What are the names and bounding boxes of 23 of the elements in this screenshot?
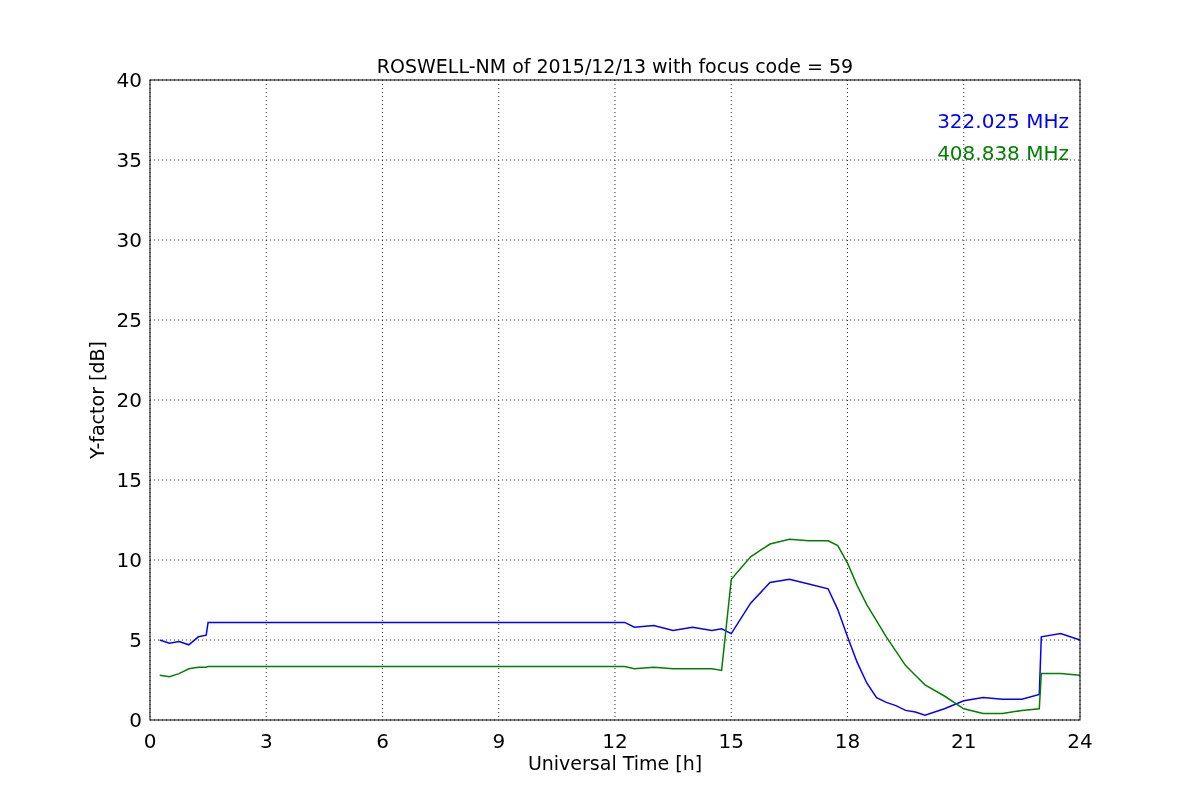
tick-label: 24 [1067,729,1093,753]
tick-label: 30 [116,228,142,252]
tick-label: 12 [602,729,628,753]
tick-label: 5 [129,628,142,652]
tick-label: 9 [492,729,506,753]
chart-title: ROSWELL-NM of 2015/12/13 with focus code = 59 [376,55,854,77]
legend-label: 408.838 MHz [937,141,1069,165]
tick-label: 0 [129,708,142,732]
tick-label: 6 [376,729,389,753]
axis-label: Y-factor [dB] [86,341,108,459]
tick-label: 10 [116,548,142,572]
tick-label: 25 [116,308,142,332]
tick-label: 21 [951,729,977,753]
tick-label: 3 [259,729,273,753]
tick-label: 15 [718,729,744,753]
legend-label: 322.025 MHz [937,109,1069,133]
tick-label: 35 [116,148,142,172]
tick-label: 18 [834,729,861,753]
axis-label: Universal Time [h] [527,752,703,774]
tick-label: 40 [116,68,142,92]
tick-label: 15 [116,468,142,492]
tick-label: 0 [143,729,157,753]
tick-label: 20 [116,388,142,412]
